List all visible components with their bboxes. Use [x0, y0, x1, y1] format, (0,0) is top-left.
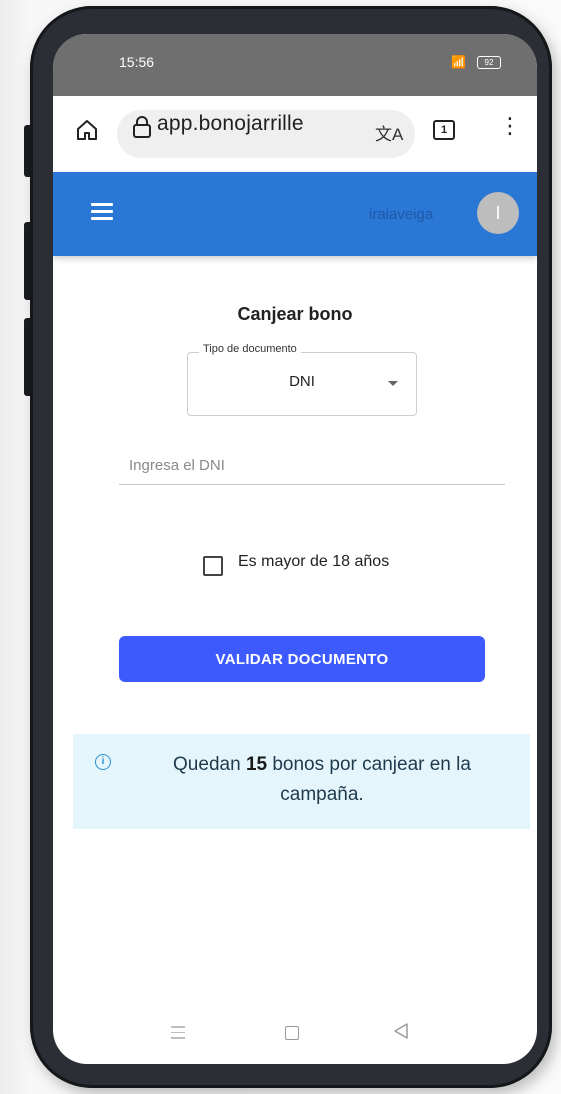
avatar[interactable]: I [477, 192, 519, 234]
age-checkbox[interactable] [203, 556, 223, 576]
info-icon: i [95, 754, 111, 770]
chevron-down-icon [388, 381, 398, 386]
status-time: 15:56 [119, 54, 155, 70]
doc-type-value: DNI [289, 373, 315, 390]
info-alert: i Quedan 15 bonos por canjear en la camp… [73, 734, 530, 829]
tabs-icon[interactable]: 1 [433, 120, 455, 140]
home-icon[interactable] [75, 118, 99, 142]
more-icon[interactable]: ⋮ [499, 114, 521, 138]
info-suffix: bonos por canjear en la campaña. [272, 754, 471, 805]
phone-screen: 15:56 📶 92 app.bonojarrille 文A 1 ⋮ iraia… [53, 34, 537, 1064]
status-bar: 15:56 📶 92 [53, 34, 537, 96]
translate-icon[interactable]: 文A [375, 120, 403, 145]
url-text[interactable]: app.bonojarrille [157, 112, 304, 136]
doc-type-select[interactable]: DNI [187, 352, 417, 416]
recent-apps-icon[interactable] [171, 1026, 185, 1043]
age-checkbox-label[interactable]: Es mayor de 18 años [238, 553, 389, 571]
nav-back-icon[interactable] [393, 1022, 409, 1040]
signal-icon: 📶 [451, 55, 466, 69]
validate-document-button[interactable]: VALIDAR DOCUMENTO [119, 636, 485, 682]
browser-toolbar: app.bonojarrille 文A 1 ⋮ [53, 96, 537, 172]
username[interactable]: iraiaveiga [369, 206, 433, 223]
app-bar: iraiaveiga I [53, 172, 537, 256]
dni-input[interactable] [119, 446, 505, 485]
system-nav-bar [53, 1004, 537, 1064]
page-title: Canjear bono [237, 304, 353, 324]
info-text: Quedan 15 bonos por canjear en la campañ… [137, 750, 507, 810]
nav-home-icon[interactable] [285, 1026, 299, 1040]
info-prefix: Quedan [173, 754, 241, 775]
remaining-count: 15 [245, 754, 268, 775]
hamburger-menu-icon[interactable] [91, 203, 113, 221]
battery-icon: 92 [477, 56, 501, 69]
lock-icon[interactable] [131, 115, 153, 139]
doc-type-label: Tipo de documento [199, 343, 301, 355]
